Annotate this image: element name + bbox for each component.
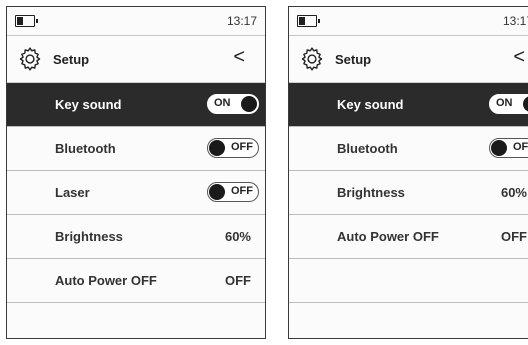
clock-time: 13:17 [502,14,528,28]
brightness-value: 60% [500,185,527,200]
key-sound-toggle[interactable]: ON [489,94,528,114]
toggle-knob [491,140,507,156]
menu-row-bluetooth[interactable]: Bluetooth OFF [7,127,265,171]
row-label: Bluetooth [55,141,116,156]
bluetooth-toggle[interactable]: OFF [207,138,259,158]
toggle-knob [209,140,225,156]
menu-row-brightness[interactable]: Brightness 60% [289,171,528,215]
row-label: Auto Power OFF [337,229,439,244]
row-label: Auto Power OFF [55,273,157,288]
row-label: Brightness [337,185,405,200]
toggle-knob [241,96,257,112]
gear-icon [301,47,323,71]
device-screen-right: 13:17 Setup < Key sound ON Bluetooth OFF… [288,6,528,339]
row-label: Key sound [337,97,404,112]
status-bar: 13:17 [7,7,265,36]
page-title: Setup [53,52,90,67]
back-button[interactable]: < [233,47,245,67]
menu-row-auto-power-off[interactable]: Auto Power OFF OFF [7,259,265,303]
bluetooth-toggle[interactable]: OFF [489,138,528,158]
back-button[interactable]: < [513,47,525,67]
menu-row-brightness[interactable]: Brightness 60% [7,215,265,259]
menu-row-laser[interactable]: Laser OFF [7,171,265,215]
device-screen-left: 13:17 Setup < Key sound ON Bluetooth OFF… [6,6,266,339]
toggle-state: ON [496,97,513,109]
toggle-state: OFF [513,141,528,153]
row-label: Key sound [55,97,122,112]
menu-row-auto-power-off[interactable]: Auto Power OFF OFF [289,215,528,259]
toggle-state: OFF [231,141,253,153]
auto-power-off-value: OFF [225,273,251,288]
auto-power-off-value: OFF [501,229,527,244]
row-label: Laser [55,185,90,200]
menu-row-key-sound[interactable]: Key sound ON [7,83,265,127]
battery-icon [15,15,38,27]
gear-icon [19,47,41,71]
toggle-state: ON [214,97,231,109]
page-title: Setup [335,52,372,67]
toggle-knob [523,96,528,112]
status-bar: 13:17 [289,7,528,36]
row-label: Bluetooth [337,141,398,156]
clock-time: 13:17 [226,14,257,28]
menu-row-key-sound[interactable]: Key sound ON [289,83,528,127]
row-label: Brightness [55,229,123,244]
battery-icon [297,15,320,27]
key-sound-toggle[interactable]: ON [207,94,259,114]
brightness-value: 60% [224,229,251,244]
setup-header: Setup < [7,36,265,83]
empty-row [289,259,528,303]
toggle-state: OFF [231,185,253,197]
menu-row-bluetooth[interactable]: Bluetooth OFF [289,127,528,171]
toggle-knob [209,184,225,200]
setup-header: Setup < [289,36,528,83]
laser-toggle[interactable]: OFF [207,182,259,202]
